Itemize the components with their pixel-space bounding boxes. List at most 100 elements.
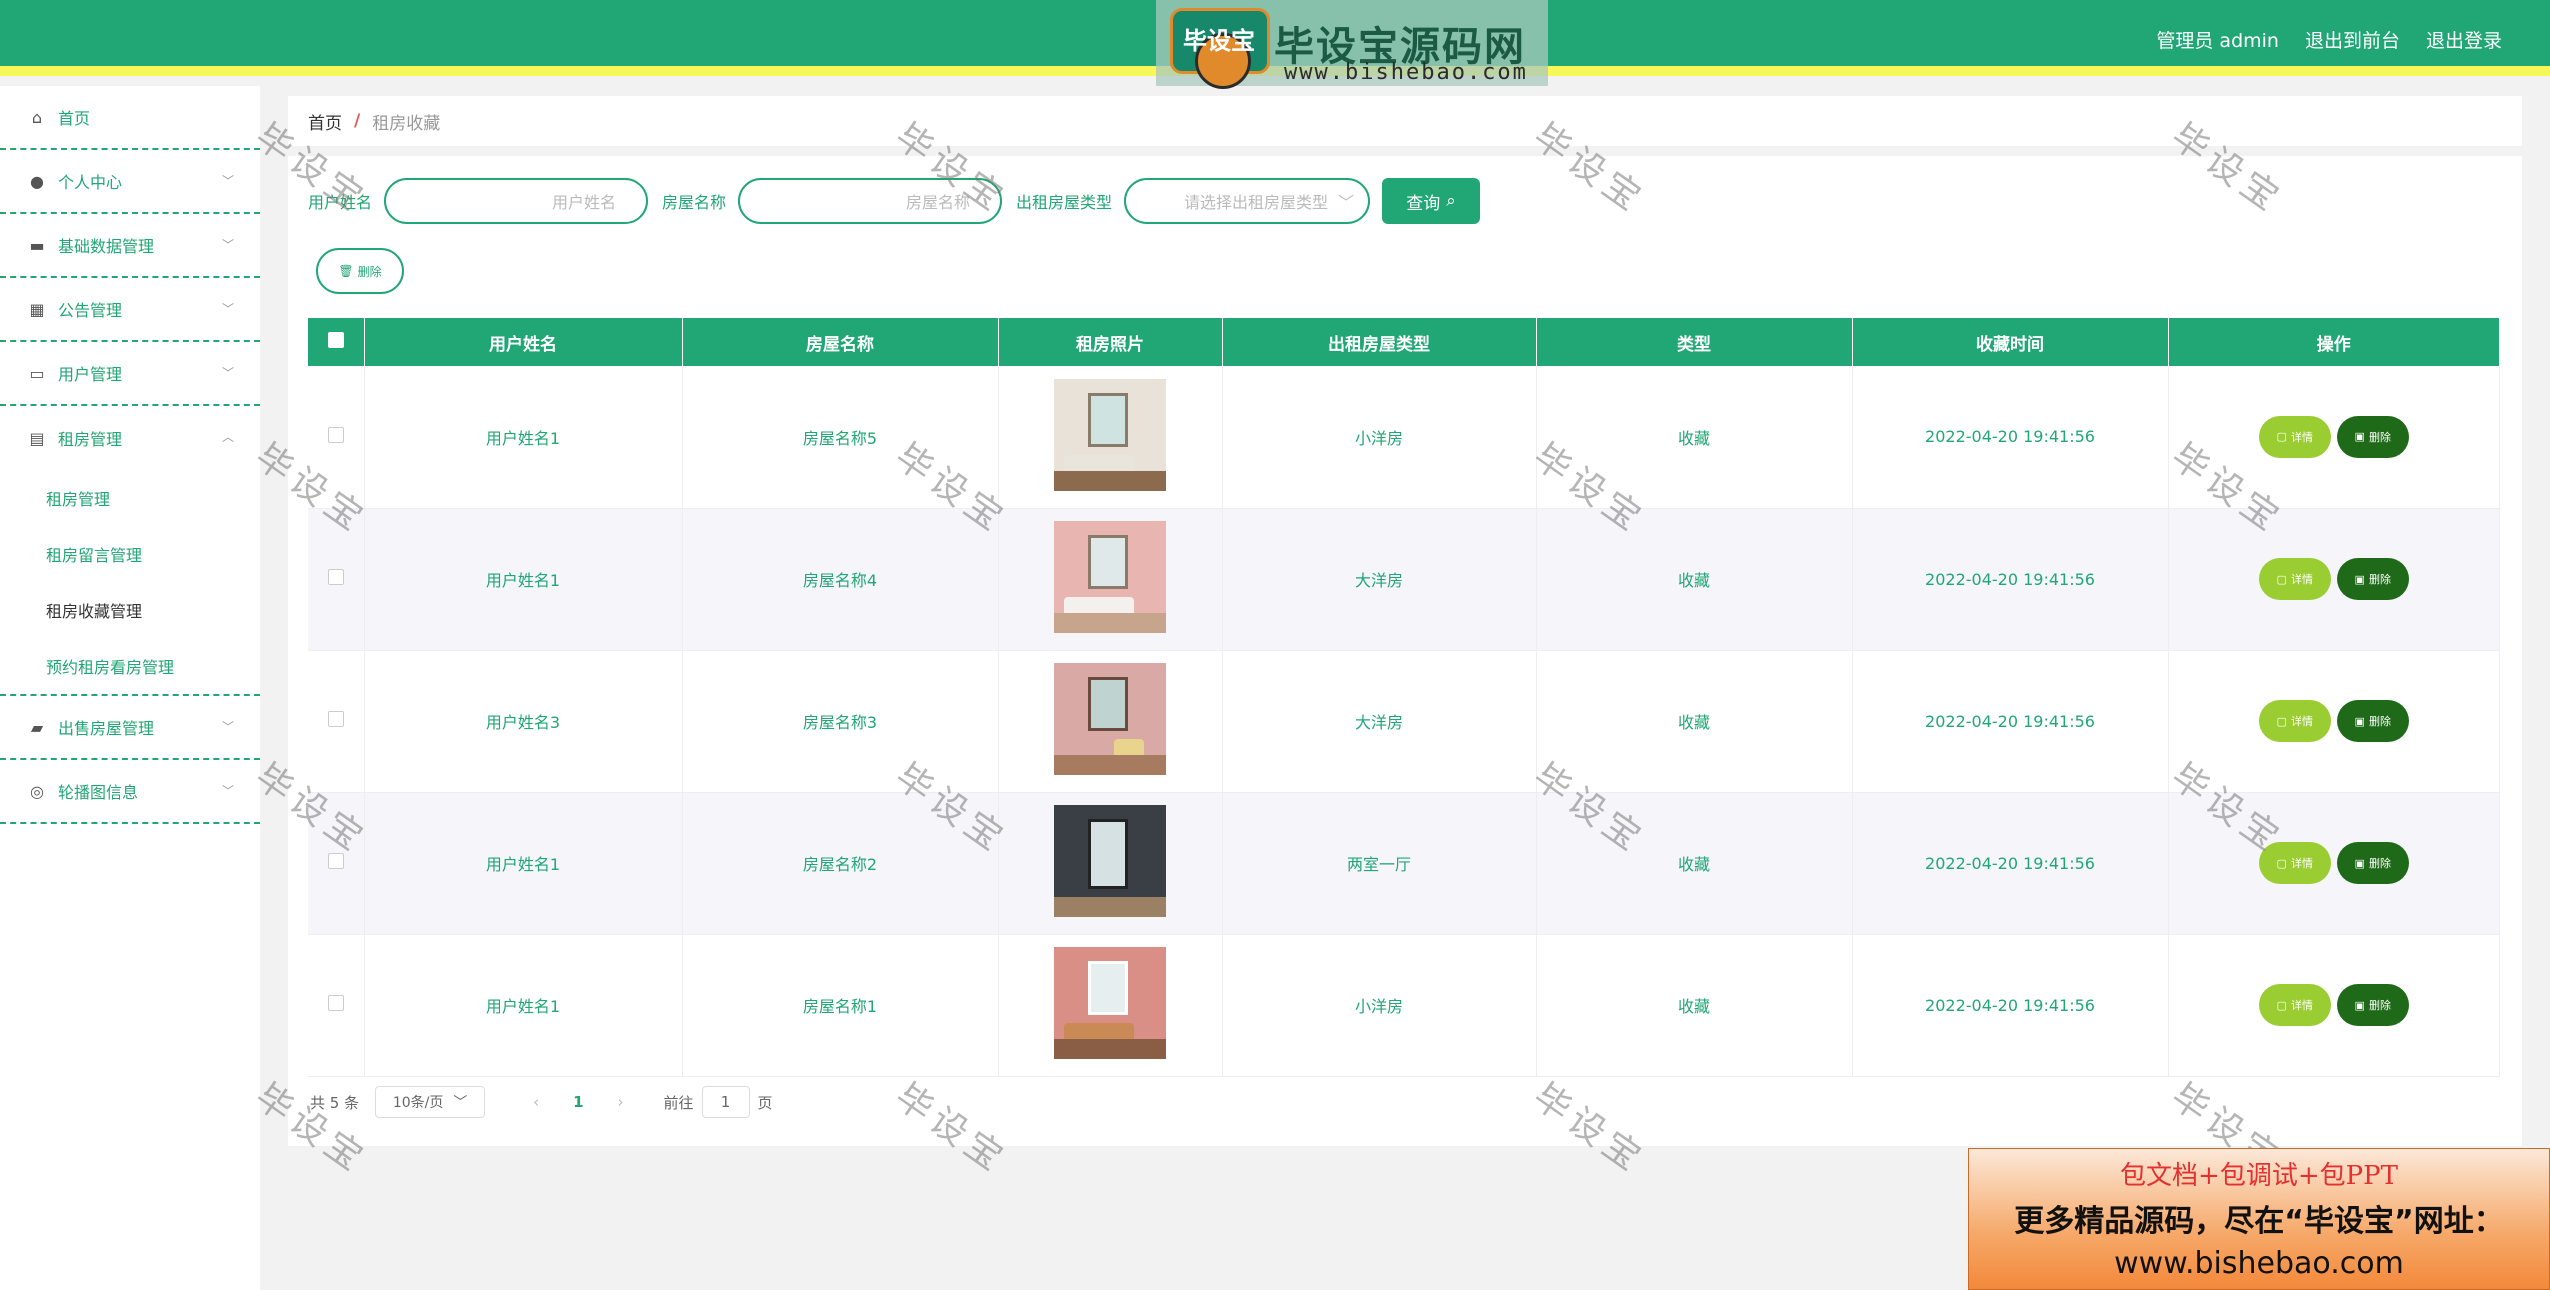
- rental-submenu: 租房管理 租房留言管理 租房收藏管理 预约租房看房管理: [0, 470, 260, 696]
- house-photo[interactable]: [1054, 805, 1166, 917]
- user-name-input[interactable]: 用户姓名: [384, 178, 649, 224]
- breadcrumb-home[interactable]: 首页: [308, 109, 342, 134]
- cell-house: 房屋名称1: [682, 934, 999, 1077]
- select-all-checkbox[interactable]: [327, 331, 344, 348]
- promo-line-2: 更多精品源码，尽在“毕设宝”网址：: [2014, 1204, 2504, 1239]
- page-unit-label: 页: [757, 1093, 773, 1112]
- sidebar-item-basic-data[interactable]: ▬ 基础数据管理 ﹀: [0, 214, 260, 278]
- cell-kind: 收藏: [1536, 650, 1853, 793]
- sidebar-item-carousel[interactable]: ◎ 轮播图信息 ﹀: [0, 760, 260, 824]
- cell-user: 用户姓名1: [364, 508, 683, 651]
- batch-delete-button[interactable]: 🗑 删除: [316, 248, 404, 294]
- house-type-label: 出租房屋类型: [1016, 193, 1113, 212]
- trash-icon: ▣: [2354, 998, 2365, 1012]
- row-checkbox[interactable]: [327, 426, 344, 443]
- query-button[interactable]: 查询 ⌕: [1382, 178, 1481, 224]
- cell-kind: 收藏: [1536, 366, 1853, 509]
- house-photo[interactable]: [1054, 663, 1166, 775]
- house-photo[interactable]: [1054, 521, 1166, 633]
- column-header: 出租房屋类型: [1222, 318, 1537, 366]
- chevron-down-icon: ﹀: [221, 720, 234, 734]
- house-photo[interactable]: [1054, 378, 1166, 491]
- aperture-icon: ◎: [30, 781, 44, 801]
- admin-label: 管理员 admin: [2156, 30, 2279, 52]
- cell-house-type: 大洋房: [1222, 650, 1537, 793]
- chevron-down-icon: ﹀: [221, 366, 234, 380]
- column-header: 收藏时间: [1852, 318, 2169, 366]
- breadcrumb: 首页 / 租房收藏: [288, 96, 2522, 146]
- delete-button[interactable]: ▣ 删除: [2336, 415, 2409, 458]
- logo-url: www.bishebao.com: [1284, 60, 1528, 85]
- page-number[interactable]: 1: [573, 1093, 583, 1111]
- row-checkbox[interactable]: [327, 853, 344, 869]
- house-name-input[interactable]: 房屋名称: [738, 178, 1003, 224]
- sidebar-item-users[interactable]: ▭ 用户管理 ﹀: [0, 342, 260, 406]
- document-icon: ▢: [2276, 856, 2287, 870]
- sidebar-item-label: 轮播图信息: [58, 783, 139, 802]
- next-page-icon[interactable]: ›: [618, 1093, 624, 1111]
- cell-house: 房屋名称5: [682, 366, 999, 509]
- sidebar-item-label: 公告管理: [58, 301, 123, 320]
- trash-icon: ▣: [2354, 714, 2365, 728]
- row-checkbox[interactable]: [327, 995, 344, 1011]
- detail-button[interactable]: ▢ 详情: [2258, 984, 2331, 1026]
- detail-button[interactable]: ▢ 详情: [2258, 842, 2331, 884]
- detail-button[interactable]: ▢ 详情: [2258, 415, 2331, 458]
- sidebar-item-home[interactable]: ⌂ 首页: [0, 86, 260, 150]
- trash-icon: 🗑: [338, 264, 354, 278]
- sidebar-item-sale[interactable]: ▰ 出售房屋管理 ﹀: [0, 696, 260, 760]
- detail-button[interactable]: ▢ 详情: [2258, 558, 2331, 600]
- chevron-down-icon: ﹀: [221, 302, 234, 316]
- submenu-rental-messages[interactable]: 租房留言管理: [0, 526, 260, 582]
- id-card-icon: ▭: [29, 363, 45, 383]
- page-size-select[interactable]: 10条/页 ﹀: [375, 1086, 486, 1118]
- row-checkbox[interactable]: [327, 569, 344, 585]
- submenu-rental-manage[interactable]: 租房管理: [0, 470, 260, 526]
- select-all-cell[interactable]: [308, 318, 365, 366]
- delete-button[interactable]: ▣ 删除: [2336, 558, 2409, 600]
- total-count: 共 5 条: [310, 1093, 360, 1112]
- delete-button[interactable]: ▣ 删除: [2336, 700, 2409, 742]
- promo-banner[interactable]: 包文档+包调试+包PPT 更多精品源码，尽在“毕设宝”网址： www.bishe…: [1968, 1148, 2550, 1290]
- submenu-rental-favorites[interactable]: 租房收藏管理: [0, 582, 260, 638]
- cell-house: 房屋名称4: [682, 508, 999, 651]
- user-icon: ●: [30, 171, 44, 191]
- logout-link[interactable]: 退出登录: [2426, 26, 2502, 53]
- column-header: 房屋名称: [682, 318, 999, 366]
- document-icon: ▢: [2276, 714, 2287, 728]
- main-panel: 用户姓名 用户姓名 房屋名称 房屋名称 出租房屋类型 请选择出租房屋类型 ﹀ 查…: [288, 156, 2522, 1146]
- sidebar-item-label: 首页: [58, 109, 91, 128]
- table-row: 用户姓名3 房屋名称3 大洋房 收藏 2022-04-20 19:41:56 ▢…: [308, 650, 2500, 793]
- cell-house-type: 两室一厅: [1222, 792, 1537, 935]
- breadcrumb-current: 租房收藏: [372, 113, 441, 134]
- cell-user: 用户姓名1: [364, 792, 683, 935]
- goto-page-input[interactable]: 1: [701, 1086, 750, 1118]
- house-name-label: 房屋名称: [662, 193, 727, 212]
- detail-button[interactable]: ▢ 详情: [2258, 700, 2331, 742]
- trash-icon: ▣: [2354, 856, 2365, 870]
- document-icon: ▢: [2276, 572, 2287, 586]
- header-actions: 管理员 admin 退出到前台 退出登录: [2156, 26, 2502, 53]
- sidebar-item-rental[interactable]: ▤ 租房管理 ︿: [0, 406, 260, 470]
- delete-button[interactable]: ▣ 删除: [2336, 984, 2409, 1026]
- sidebar-item-notice[interactable]: ▦ 公告管理 ﹀: [0, 278, 260, 342]
- goto-label: 前往: [663, 1093, 694, 1112]
- front-link[interactable]: 退出到前台: [2305, 26, 2400, 53]
- cell-house: 房屋名称2: [682, 792, 999, 935]
- goto-page: 前往 1 页: [664, 1086, 773, 1118]
- column-header: 用户姓名: [364, 318, 683, 366]
- delete-button[interactable]: ▣ 删除: [2336, 842, 2409, 884]
- sidebar-item-profile[interactable]: ● 个人中心 ﹀: [0, 150, 260, 214]
- sidebar: ⌂ 首页 ● 个人中心 ﹀ ▬ 基础数据管理 ﹀ ▦ 公告管理 ﹀ ▭ 用户管理…: [0, 86, 260, 1290]
- grid-icon: ▦: [29, 299, 45, 319]
- trash-icon: ▣: [2354, 430, 2365, 444]
- favorites-table: 用户姓名 房屋名称 租房照片 出租房屋类型 类型 收藏时间 操作 用户姓名1 房…: [308, 318, 2500, 1077]
- trash-icon: ▣: [2354, 572, 2365, 586]
- prev-page-icon[interactable]: ‹: [533, 1093, 539, 1111]
- breadcrumb-separator: /: [354, 111, 361, 131]
- row-checkbox[interactable]: [327, 711, 344, 727]
- submenu-rental-appointments[interactable]: 预约租房看房管理: [0, 638, 260, 694]
- house-photo[interactable]: [1054, 947, 1166, 1059]
- house-type-select[interactable]: 请选择出租房屋类型 ﹀: [1124, 178, 1371, 224]
- column-header: 类型: [1536, 318, 1853, 366]
